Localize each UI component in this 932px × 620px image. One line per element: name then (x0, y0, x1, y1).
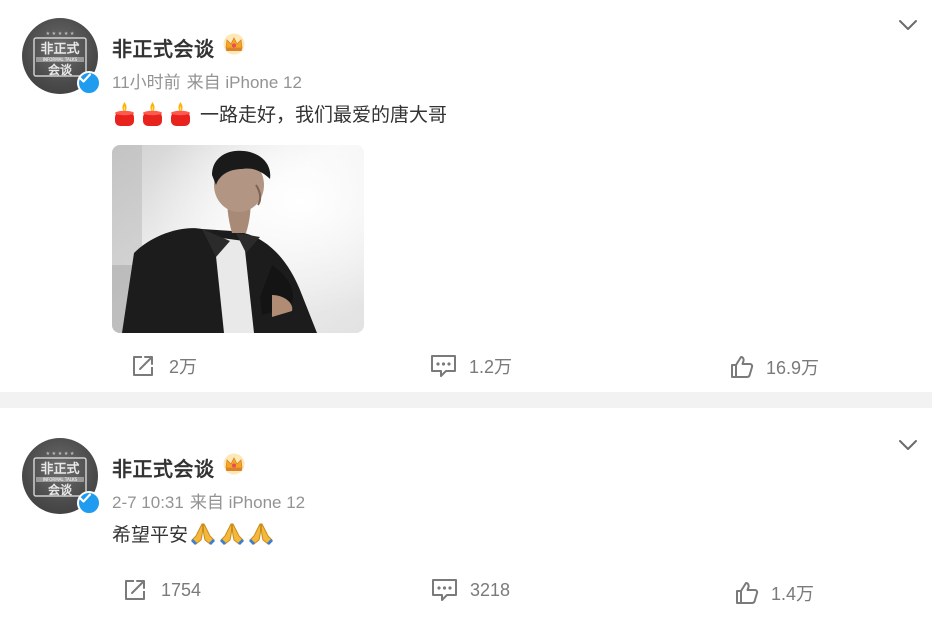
svg-text:INFORMAL TALKS: INFORMAL TALKS (43, 477, 78, 482)
verified-icon (77, 71, 101, 95)
post-image[interactable] (112, 145, 364, 333)
svg-text:INFORMAL TALKS: INFORMAL TALKS (43, 57, 78, 62)
username[interactable]: 非正式会谈 (112, 453, 215, 482)
chevron-down-icon[interactable] (898, 438, 918, 452)
pray-icon (220, 523, 245, 545)
candle-icon (115, 101, 134, 126)
verified-icon (77, 491, 101, 515)
pray-icon (191, 523, 216, 545)
post-text: 一路走好，我们最爱的唐大哥 (200, 105, 448, 126)
chevron-down-icon[interactable] (898, 18, 918, 32)
post-source: 来自 iPhone 12 (186, 73, 302, 92)
post-card: 非正式 INFORMAL TALKS 会谈 ★ ★ ★ ★ ★ 非正式会谈 2-… (0, 408, 932, 620)
comment-icon (432, 579, 457, 601)
svg-text:会谈: 会谈 (48, 482, 73, 497)
crown-icon[interactable] (222, 33, 246, 55)
post-source: 来自 iPhone 12 (189, 493, 306, 512)
repost-count: 1754 (161, 579, 202, 600)
post-meta: 11小时前 来自 iPhone 12 (112, 68, 302, 93)
post-separator (0, 392, 932, 408)
like-count: 16.9万 (766, 358, 820, 378)
like-icon (731, 356, 754, 378)
repost-icon (133, 356, 153, 376)
repost-icon (125, 580, 145, 600)
svg-text:★ ★ ★ ★ ★: ★ ★ ★ ★ ★ (46, 31, 75, 37)
avatar[interactable]: 非正式 INFORMAL TALKS 会谈 ★ ★ ★ ★ ★ (22, 18, 101, 95)
like-count: 1.4万 (771, 584, 815, 604)
post-content: 希望平安 (112, 520, 277, 547)
candle-icon (171, 101, 190, 126)
comment-button[interactable]: 1.2万 (430, 353, 512, 379)
avatar[interactable]: 非正式 INFORMAL TALKS 会谈 ★ ★ ★ ★ ★ (22, 438, 101, 515)
weibo-feed: 非正式 INFORMAL TALKS 会谈 ★ ★ ★ ★ ★ 非正式会谈 11… (0, 0, 932, 620)
comment-icon (431, 355, 456, 377)
crown-icon[interactable] (222, 453, 246, 475)
pray-icon (249, 523, 274, 545)
action-bar: 2万 1.2万 16.9万 (0, 350, 932, 380)
svg-text:非正式: 非正式 (40, 41, 79, 57)
svg-text:会谈: 会谈 (48, 62, 73, 77)
post-card: 非正式 INFORMAL TALKS 会谈 ★ ★ ★ ★ ★ 非正式会谈 11… (0, 0, 932, 392)
post-meta: 2-7 10:31 来自 iPhone 12 (112, 488, 305, 513)
comment-count: 3218 (470, 579, 511, 600)
repost-button[interactable]: 2万 (131, 353, 197, 379)
comment-count: 1.2万 (469, 357, 513, 377)
like-button[interactable]: 1.4万 (735, 580, 814, 606)
repost-count: 2万 (169, 357, 198, 377)
post-text: 希望平安 (112, 525, 189, 546)
action-bar: 1754 3218 1.4万 (0, 576, 932, 606)
repost-button[interactable]: 1754 (123, 578, 201, 602)
svg-text:非正式: 非正式 (40, 461, 79, 477)
post-time[interactable]: 2-7 10:31 (112, 493, 184, 512)
post-content: 一路走好，我们最爱的唐大哥 (112, 100, 447, 127)
candle-icon (143, 101, 162, 126)
like-button[interactable]: 16.9万 (730, 354, 819, 380)
svg-text:★ ★ ★ ★ ★: ★ ★ ★ ★ ★ (46, 451, 75, 457)
username[interactable]: 非正式会谈 (112, 33, 215, 62)
post-time[interactable]: 11小时前 (112, 73, 181, 92)
like-icon (736, 582, 759, 604)
comment-button[interactable]: 3218 (431, 578, 510, 602)
